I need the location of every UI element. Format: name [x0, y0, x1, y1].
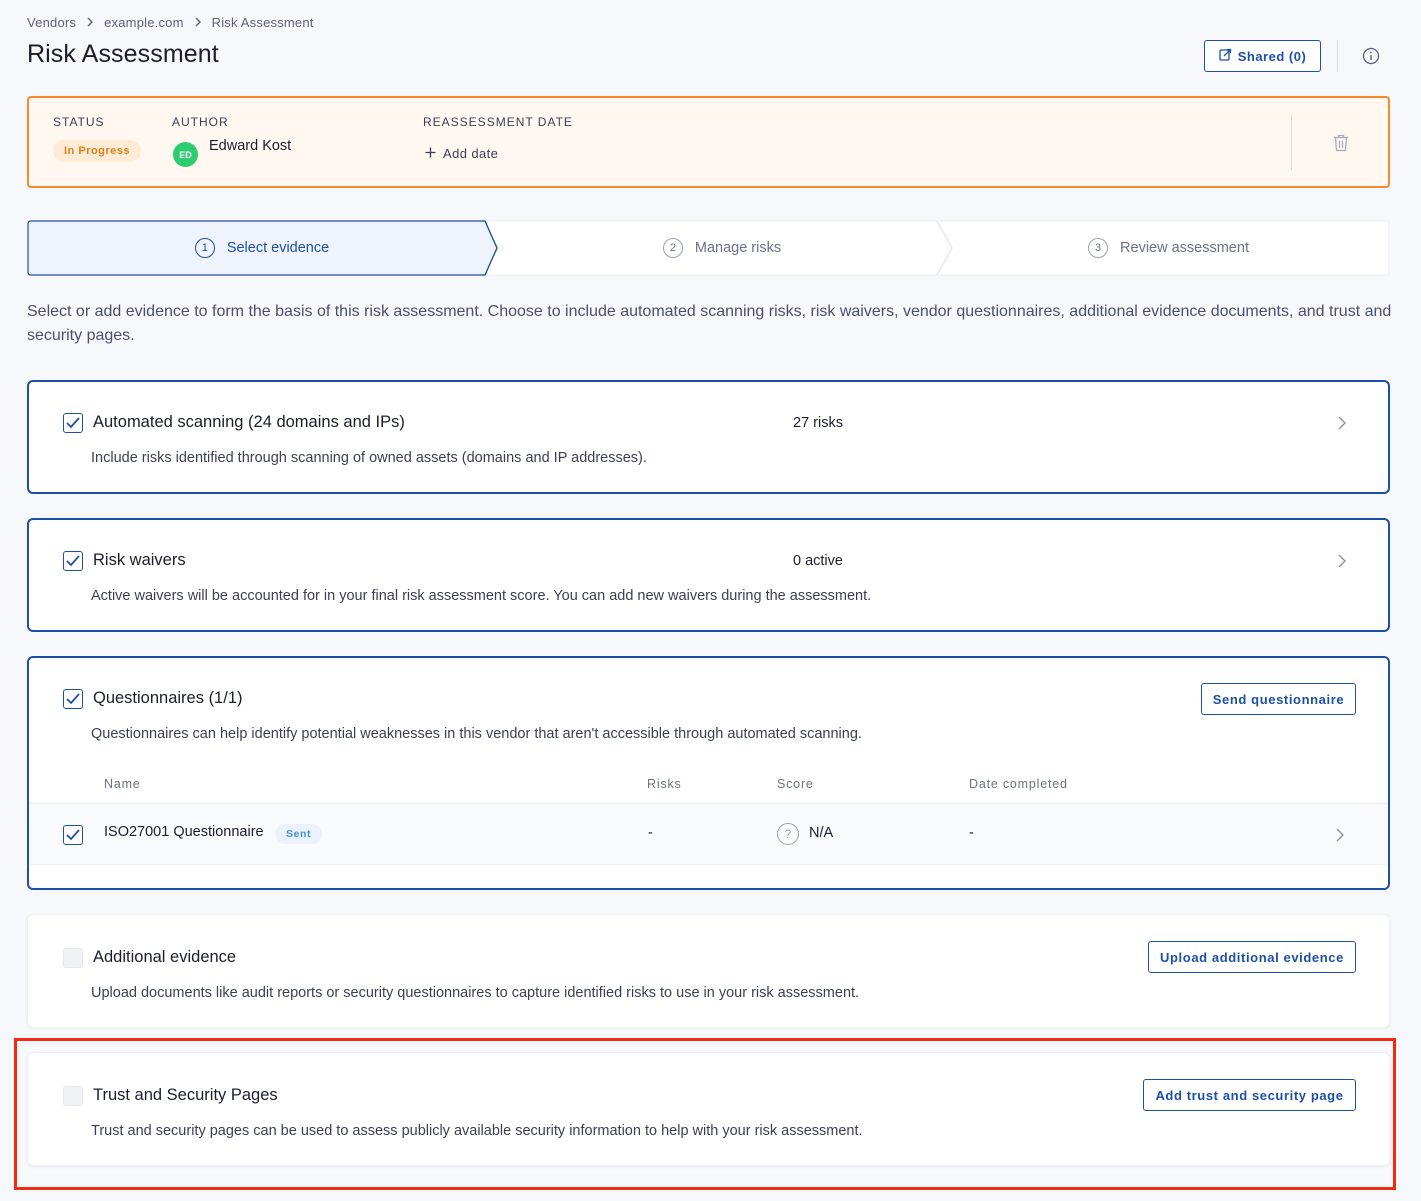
scanning-checkbox[interactable] [63, 413, 83, 433]
chevron-right-icon [86, 15, 94, 30]
step-review-assessment[interactable]: 3 Review assessment [947, 220, 1390, 276]
check-icon [66, 417, 80, 429]
step-label: Manage risks [694, 240, 782, 256]
question-mark-icon: ? [777, 823, 799, 845]
send-questionnaire-button[interactable]: Send questionnaire [1201, 683, 1356, 715]
questionnaire-table-header: Name Risks Score Date completed [29, 766, 1388, 804]
table-row[interactable]: ISO27001 Questionnaire Sent - ? N/A - [29, 805, 1388, 865]
card-title: Questionnaires (1/1) [93, 689, 243, 707]
card-title: Risk waivers [93, 551, 186, 569]
header-divider [1337, 40, 1338, 72]
shared-button[interactable]: Shared (0) [1204, 40, 1321, 72]
column-score[interactable]: Score [777, 777, 814, 791]
step-label: Select evidence [226, 240, 330, 256]
add-trust-security-page-button[interactable]: Add trust and security page [1143, 1079, 1356, 1111]
questionnaires-checkbox[interactable] [63, 689, 83, 709]
questionnaire-name[interactable]: ISO27001 Questionnaire [104, 824, 264, 840]
card-title: Trust and Security Pages [93, 1086, 278, 1104]
shared-button-label: Shared (0) [1237, 48, 1307, 64]
status-badge: In Progress [53, 140, 142, 162]
card-additional-evidence: Additional evidence Upload documents lik… [27, 914, 1390, 1028]
card-automated-scanning[interactable]: Automated scanning (24 domains and IPs) … [27, 380, 1390, 494]
card-description: Upload documents like audit reports or s… [91, 985, 860, 1001]
card-title: Automated scanning (24 domains and IPs) [93, 413, 405, 431]
waiver-count: 0 active [793, 553, 843, 569]
chevron-right-icon[interactable] [1335, 416, 1349, 430]
questionnaire-risks: - [648, 825, 653, 841]
step-number: 2 [662, 238, 683, 258]
check-icon [66, 693, 80, 705]
column-name[interactable]: Name [104, 777, 141, 791]
waivers-checkbox[interactable] [63, 551, 83, 571]
card-description: Include risks identified through scannin… [91, 450, 647, 466]
chevron-right-icon[interactable] [1335, 554, 1349, 568]
author-label: AUTHOR [172, 115, 229, 129]
author-name: Edward Kost [209, 138, 292, 154]
card-title: Additional evidence [93, 948, 237, 966]
assessment-stepper: 1 Select evidence 2 Manage risks 3 Revie… [27, 220, 1390, 276]
plus-icon [425, 146, 436, 161]
column-date-completed[interactable]: Date completed [969, 777, 1068, 791]
status-badge: Sent [275, 824, 323, 844]
upload-additional-evidence-button[interactable]: Upload additional evidence [1148, 941, 1356, 973]
trash-icon[interactable] [1329, 131, 1353, 155]
questionnaire-date: - [969, 825, 974, 841]
card-description: Active waivers will be accounted for in … [91, 588, 872, 604]
status-label: STATUS [53, 115, 105, 129]
status-divider [1291, 115, 1292, 170]
chevron-right-icon [194, 15, 202, 30]
card-trust-security-pages: Trust and Security Pages Trust and secur… [27, 1052, 1390, 1166]
card-description: Questionnaires can help identify potenti… [91, 726, 862, 742]
risk-count: 27 risks [793, 415, 843, 431]
breadcrumb: Vendors example.com Risk Assessment [27, 15, 314, 30]
chevron-right-icon[interactable] [1333, 828, 1347, 842]
assessment-status-bar: STATUS In Progress AUTHOR ED Edward Kost… [27, 96, 1390, 188]
check-icon [66, 829, 80, 841]
card-questionnaires: Questionnaires (1/1) Questionnaires can … [27, 656, 1390, 890]
step-number: 1 [194, 238, 215, 258]
breadcrumb-vendors[interactable]: Vendors [27, 15, 76, 30]
share-edit-icon [1219, 48, 1232, 64]
step-label: Review assessment [1120, 240, 1249, 256]
additional-evidence-checkbox[interactable] [63, 948, 83, 968]
reassessment-date-label: REASSESSMENT DATE [423, 115, 573, 129]
breadcrumb-current: Risk Assessment [211, 15, 314, 30]
avatar: ED [173, 142, 198, 167]
questionnaire-score: N/A [809, 825, 834, 841]
add-date-label: Add date [443, 146, 499, 161]
add-date-button[interactable]: Add date [425, 146, 498, 161]
trust-pages-checkbox[interactable] [63, 1086, 83, 1106]
page-title: Risk Assessment [27, 40, 219, 68]
step-number: 3 [1088, 238, 1109, 258]
step-manage-risks[interactable]: 2 Manage risks [497, 220, 947, 276]
card-risk-waivers[interactable]: Risk waivers 0 active Active waivers wil… [27, 518, 1390, 632]
breadcrumb-vendor-domain[interactable]: example.com [104, 15, 184, 30]
column-risks[interactable]: Risks [647, 777, 682, 791]
row-checkbox[interactable] [63, 825, 83, 845]
step-select-evidence[interactable]: 1 Select evidence [27, 220, 497, 276]
card-description: Trust and security pages can be used to … [91, 1123, 863, 1139]
check-icon [66, 555, 80, 567]
intro-text: Select or add evidence to form the basis… [27, 303, 1392, 344]
info-icon[interactable] [1360, 45, 1382, 67]
